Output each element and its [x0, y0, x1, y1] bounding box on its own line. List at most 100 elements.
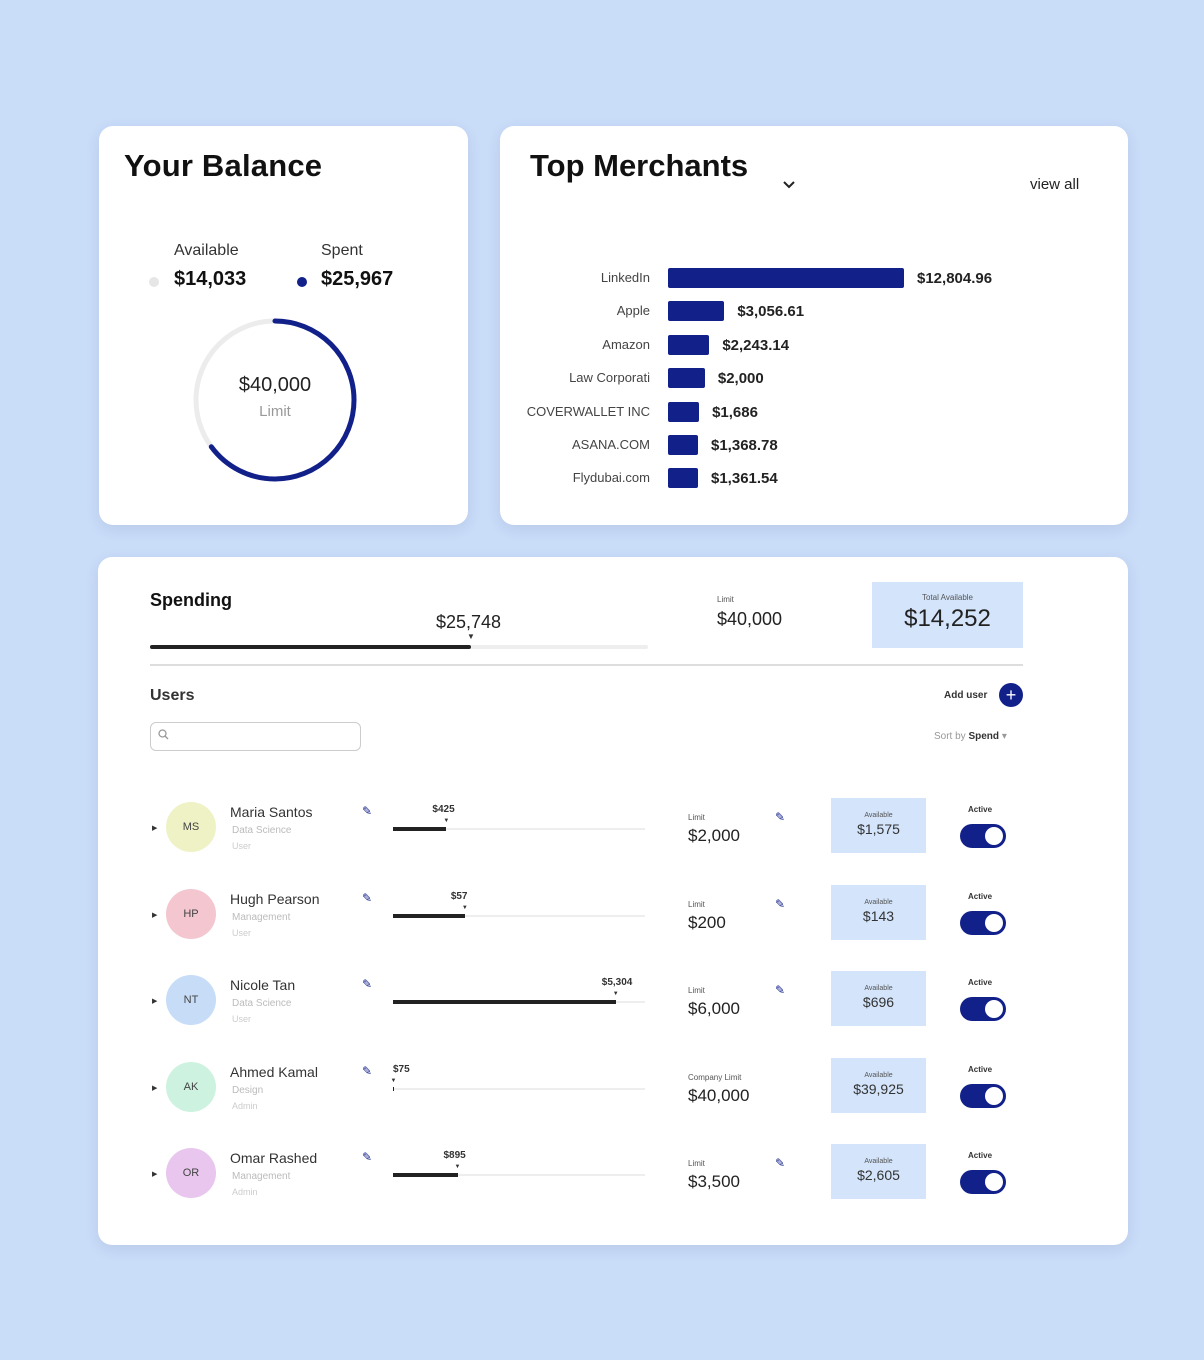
user-available-value: $39,925 — [853, 1080, 904, 1097]
expand-caret-icon[interactable]: ▶ — [152, 1084, 157, 1092]
user-available-label: Available — [864, 898, 893, 906]
user-name: Omar Rashed — [230, 1150, 318, 1166]
view-all-link[interactable]: view all — [1030, 176, 1079, 193]
spend-marker-icon: ▼ — [443, 818, 450, 824]
user-row: ▶ HP Hugh Pearson Management User ✎ $57 ▼ Limit $… — [98, 884, 1128, 965]
user-limit-label: Limit — [688, 813, 705, 822]
merchant-name: Amazon — [602, 336, 650, 352]
user-row: ▶ OR Omar Rashed Management Admin ✎ $895 ▼ Limit… — [98, 1144, 1128, 1224]
active-label: Active — [968, 1151, 993, 1160]
total-available-value: $14,252 — [904, 605, 991, 632]
edit-user-pencil-icon[interactable]: ✎ — [362, 891, 372, 905]
available-dot-icon — [149, 277, 159, 287]
edit-limit-pencil-icon[interactable]: ✎ — [775, 897, 785, 911]
user-row: ▶ NT Nicole Tan Data Science User ✎ $5,304 ▼ Lim… — [98, 971, 1128, 1051]
user-role: Admin — [232, 1187, 258, 1197]
active-label: Active — [968, 1064, 993, 1074]
plus-icon: + — [1005, 685, 1017, 705]
merchant-name: LinkedIn — [600, 270, 650, 285]
chevron-down-icon[interactable] — [783, 176, 795, 192]
edit-limit-pencil-icon[interactable]: ✎ — [775, 810, 785, 824]
user-spend-track — [393, 1173, 645, 1177]
active-toggle[interactable] — [960, 910, 1006, 935]
top-merchants-card: Top Merchants view all LinkedIn $12,804.9… — [500, 126, 1128, 525]
add-user-label[interactable]: Add user — [944, 690, 987, 701]
limit-value: $40,000 — [238, 374, 312, 396]
user-available-label: Available — [864, 1071, 893, 1079]
merchant-bar — [668, 268, 904, 288]
user-available-label: Available — [864, 985, 893, 992]
edit-user-pencil-icon[interactable]: ✎ — [362, 977, 372, 991]
merchants-title: Top Merchants — [530, 148, 749, 183]
merchant-row: Law Corporati $2,000 — [500, 368, 1128, 390]
total-available-label: Total Available — [922, 593, 973, 602]
user-available-value: $2,605 — [857, 1167, 900, 1183]
user-spend-track — [393, 827, 645, 831]
user-name: Maria Santos — [230, 804, 313, 820]
user-limit-value: $2,000 — [688, 826, 740, 845]
active-toggle[interactable] — [960, 1170, 1006, 1194]
user-spent-value: $57 — [450, 890, 468, 902]
merchant-value: $3,056.61 — [737, 303, 805, 321]
sort-dropdown[interactable]: Sort by Spend ▾ — [934, 731, 1007, 742]
toggle-knob — [985, 913, 1003, 932]
active-toggle[interactable] — [960, 997, 1006, 1021]
user-department: Data Science — [232, 825, 292, 836]
total-available-box: Total Available $14,252 — [872, 582, 1023, 648]
user-spent-value: $895 — [443, 1150, 466, 1161]
donut-center: $40,000 Limit — [191, 316, 359, 484]
user-role: Admin — [232, 1100, 258, 1111]
edit-limit-pencil-icon[interactable]: ✎ — [775, 983, 785, 997]
spend-marker-icon: ▼ — [390, 1077, 397, 1084]
user-limit-label: Limit — [688, 1159, 705, 1168]
active-toggle[interactable] — [960, 824, 1006, 848]
edit-user-pencil-icon[interactable]: ✎ — [362, 1150, 372, 1164]
merchant-row: Flydubai.com $1,361.54 — [500, 468, 1128, 490]
user-department: Management — [232, 1171, 291, 1182]
user-spent-value: $5,304 — [601, 977, 633, 988]
spending-progress-fill — [150, 645, 471, 649]
user-limit-label: Limit — [688, 986, 705, 995]
user-available-box: Available $39,925 — [831, 1057, 926, 1113]
merchant-row: ASANA.COM $1,368.78 — [500, 435, 1128, 457]
active-label: Active — [968, 891, 993, 901]
merchant-value: $1,686 — [712, 403, 758, 421]
expand-caret-icon[interactable]: ▶ — [152, 911, 157, 919]
add-user-button[interactable]: + — [999, 683, 1023, 707]
user-spend-fill — [393, 1000, 616, 1004]
expand-caret-icon[interactable]: ▶ — [152, 824, 157, 832]
user-limit-value: $200 — [688, 912, 726, 932]
user-available-box: Available $143 — [831, 884, 926, 940]
user-limit-value: $40,000 — [688, 1085, 750, 1105]
active-toggle[interactable] — [960, 1083, 1006, 1108]
expand-caret-icon[interactable]: ▶ — [152, 1170, 157, 1178]
user-name: Ahmed Kamal — [230, 1063, 318, 1080]
merchant-value: $1,361.54 — [711, 470, 778, 488]
merchant-bar — [668, 301, 725, 322]
toggle-knob — [985, 1000, 1003, 1018]
merchant-value: $2,000 — [717, 370, 764, 388]
spent-stat: Spent $25,967 — [321, 242, 393, 291]
user-department: Data Science — [232, 998, 292, 1009]
available-value: $14,033 — [174, 268, 247, 290]
merchant-name: Apple — [616, 303, 650, 319]
merchant-value: $12,804.96 — [917, 270, 993, 287]
divider — [150, 664, 1023, 666]
edit-user-pencil-icon[interactable]: ✎ — [362, 804, 372, 818]
user-department: Design — [232, 1084, 264, 1096]
user-spend-track — [393, 1086, 645, 1091]
user-search-input[interactable] — [150, 722, 361, 751]
spending-limit-value: $40,000 — [717, 609, 783, 629]
edit-limit-pencil-icon[interactable]: ✎ — [775, 1156, 785, 1170]
user-spend-fill — [393, 827, 447, 831]
merchant-name: COVERWALLET INC — [526, 403, 650, 419]
user-available-box: Available $696 — [831, 971, 926, 1026]
expand-caret-icon[interactable]: ▶ — [152, 997, 157, 1005]
user-available-label: Available — [864, 1158, 893, 1165]
user-role: User — [232, 927, 252, 938]
user-department: Management — [232, 911, 291, 923]
spend-marker-icon: ▼ — [454, 1164, 461, 1170]
merchant-bar — [668, 435, 698, 455]
user-role: User — [232, 1014, 252, 1024]
edit-user-pencil-icon[interactable]: ✎ — [362, 1064, 372, 1078]
